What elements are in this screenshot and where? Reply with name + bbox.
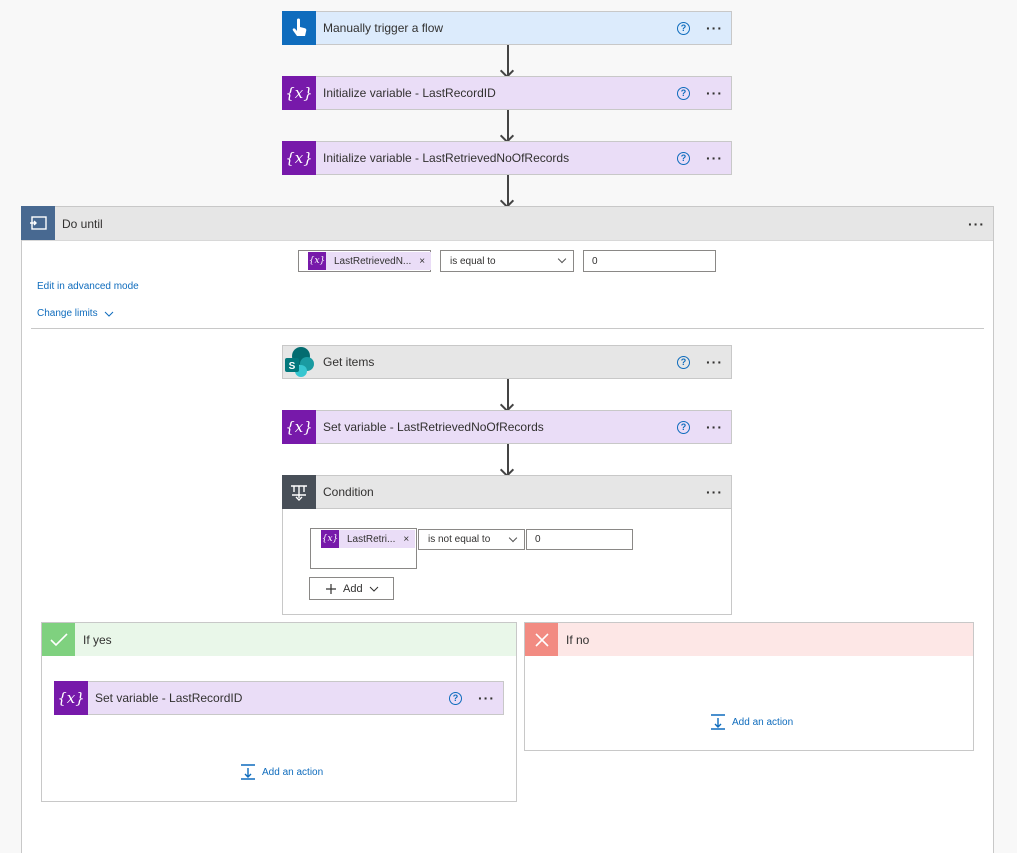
add-action-label: Add an action <box>732 716 794 728</box>
init-variable-card-lastrecordid[interactable]: {x} Initialize variable - LastRecordID ?… <box>282 76 732 110</box>
more-options-button[interactable]: ··· <box>706 355 723 369</box>
change-limits-link[interactable]: Change limits <box>37 308 114 319</box>
help-icon[interactable]: ? <box>677 355 690 369</box>
condition-operator-select[interactable]: is equal to <box>440 250 574 272</box>
variable-icon: {x} <box>282 76 316 110</box>
set-variable-card-lastretrieved[interactable]: {x} Set variable - LastRetrievedNoOfReco… <box>282 410 732 444</box>
init-variable-card-lastretrieved[interactable]: {x} Initialize variable - LastRetrievedN… <box>282 141 732 175</box>
scope-divider <box>31 328 984 329</box>
trigger-title: Manually trigger a flow <box>323 21 444 35</box>
variable-token[interactable]: {x} LastRetrievedN... × <box>308 252 432 270</box>
value-text: 0 <box>592 255 598 267</box>
condition-left-operand[interactable]: {x} LastRetrievedN... × <box>298 250 432 272</box>
variable-icon: {x} <box>282 141 316 175</box>
value-text: 0 <box>535 534 541 545</box>
token-label: LastRetri... <box>347 533 396 545</box>
help-icon[interactable]: ? <box>677 420 690 434</box>
sharepoint-icon: S <box>282 345 316 379</box>
help-icon[interactable]: ? <box>677 21 690 35</box>
operator-value: is equal to <box>450 255 496 267</box>
if-no-title: If no <box>566 632 590 647</box>
set-variable-title: Set variable - LastRetrievedNoOfRecords <box>323 420 544 434</box>
add-action-icon <box>711 714 725 730</box>
chevron-down-icon <box>369 586 378 592</box>
connector-arrow <box>507 175 509 205</box>
set-variable-title: Set variable - LastRecordID <box>95 691 243 705</box>
more-options-button[interactable]: ··· <box>706 21 723 35</box>
init-variable-title: Initialize variable - LastRetrievedNoOfR… <box>323 151 570 165</box>
add-action-icon <box>241 764 255 780</box>
connector-arrow <box>507 45 509 75</box>
hand-pointer-icon <box>282 11 316 45</box>
variable-token[interactable]: {x} LastRetri... × <box>321 530 416 548</box>
do-until-title: Do until <box>62 216 103 231</box>
connector-arrow <box>507 110 509 140</box>
edit-advanced-mode-link[interactable]: Edit in advanced mode <box>37 281 139 292</box>
chevron-down-icon <box>104 311 113 317</box>
variable-icon: {x} <box>54 681 88 715</box>
add-condition-button[interactable]: Add <box>309 577 394 600</box>
set-variable-card-lastrecordid[interactable]: {x} Set variable - LastRecordID ? ··· <box>54 681 504 715</box>
help-icon[interactable]: ? <box>677 86 690 100</box>
condition-value-input[interactable]: 0 <box>526 529 633 550</box>
if-no-header[interactable]: If no <box>525 623 973 656</box>
condition-left-operand[interactable]: {x} LastRetri... × <box>310 528 417 569</box>
check-icon <box>42 623 75 656</box>
add-an-action-link-yes[interactable]: Add an action <box>240 764 323 780</box>
more-options-button[interactable]: ··· <box>968 217 985 231</box>
condition-title: Condition <box>323 485 374 499</box>
more-options-button[interactable]: ··· <box>706 485 723 499</box>
get-items-card[interactable]: S Get items ? ··· <box>282 345 732 379</box>
condition-card[interactable]: Condition ··· <box>282 475 732 509</box>
svg-text:S: S <box>289 361 296 372</box>
get-items-title: Get items <box>323 355 375 369</box>
init-variable-title: Initialize variable - LastRecordID <box>323 86 496 100</box>
chevron-down-icon <box>508 533 518 543</box>
more-options-button[interactable]: ··· <box>706 151 723 165</box>
operator-value: is not equal to <box>428 534 491 545</box>
if-yes-header[interactable]: If yes <box>42 623 516 656</box>
plus-icon <box>326 583 336 594</box>
variable-icon: {x} <box>321 530 339 548</box>
if-no-branch: If no <box>524 622 974 751</box>
chevron-down-icon <box>557 254 567 264</box>
variable-icon: {x} <box>282 410 316 444</box>
change-limits-label: Change limits <box>37 308 98 319</box>
more-options-button[interactable]: ··· <box>706 420 723 434</box>
condition-operator-select[interactable]: is not equal to <box>418 529 525 550</box>
add-an-action-link-no[interactable]: Add an action <box>710 714 793 730</box>
trigger-card[interactable]: Manually trigger a flow ? ··· <box>282 11 732 45</box>
add-label: Add <box>343 582 363 595</box>
add-action-label: Add an action <box>262 766 324 778</box>
condition-value-input[interactable]: 0 <box>583 250 716 272</box>
loop-icon <box>21 206 55 240</box>
token-label: LastRetrievedN... <box>334 255 412 267</box>
connector-arrow <box>507 379 509 409</box>
remove-token-icon[interactable]: × <box>403 534 409 545</box>
help-icon[interactable]: ? <box>449 691 462 705</box>
close-icon <box>525 623 558 656</box>
variable-icon: {x} <box>308 252 326 270</box>
if-yes-title: If yes <box>83 632 112 647</box>
condition-icon <box>282 475 316 509</box>
do-until-header[interactable]: Do until ··· <box>21 206 993 241</box>
connector-arrow <box>507 444 509 474</box>
more-options-button[interactable]: ··· <box>478 691 495 705</box>
more-options-button[interactable]: ··· <box>706 86 723 100</box>
help-icon[interactable]: ? <box>677 151 690 165</box>
remove-token-icon[interactable]: × <box>419 256 425 267</box>
